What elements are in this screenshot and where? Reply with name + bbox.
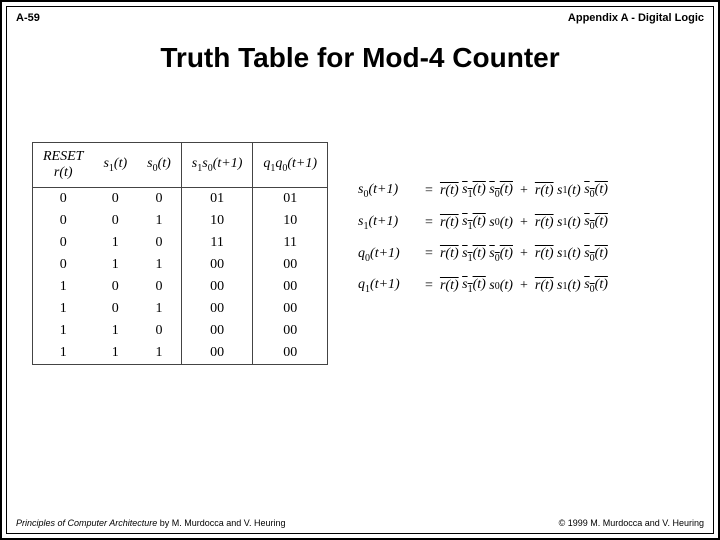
footer-left: Principles of Computer Architecture by M… — [16, 518, 285, 528]
slide-header: A-59 Appendix A - Digital Logic — [16, 12, 704, 24]
equation-row: s0(t+1) = r(t) s1(t) s0(t) + r(t) s1(t) … — [358, 182, 688, 200]
col-next-state: s1s0(t+1) — [181, 143, 253, 188]
equation-row: s1(t+1) = r(t) s1(t) s0(t) + r(t) s1(t) … — [358, 214, 688, 232]
section-title: Appendix A - Digital Logic — [568, 12, 704, 24]
content-area: RESET r(t) s1(t) s0(t) s1s0(t+1) q1q0(t+… — [32, 142, 688, 365]
col-output: q1q0(t+1) — [253, 143, 328, 188]
table-row: 0110000 — [33, 254, 328, 276]
table-row: 0000101 — [33, 188, 328, 211]
col-s1: s1(t) — [93, 143, 137, 188]
slide-title: Truth Table for Mod-4 Counter — [2, 42, 718, 74]
table-row: 0101111 — [33, 232, 328, 254]
table-row: 1000000 — [33, 276, 328, 298]
equation-row: q0(t+1) = r(t) s1(t) s0(t) + r(t) s1(t) … — [358, 246, 688, 264]
table-row: 1100000 — [33, 320, 328, 342]
footer-authors: by M. Murdocca and V. Heuring — [157, 518, 285, 528]
table-header-row: RESET r(t) s1(t) s0(t) s1s0(t+1) q1q0(t+… — [33, 143, 328, 188]
slide-footer: Principles of Computer Architecture by M… — [16, 518, 704, 528]
table-row: 1010000 — [33, 298, 328, 320]
table-row: 1110000 — [33, 342, 328, 365]
col-s0: s0(t) — [137, 143, 181, 188]
table-row: 0011010 — [33, 210, 328, 232]
col-reset: RESET r(t) — [33, 143, 94, 188]
footer-copyright: © 1999 M. Murdocca and V. Heuring — [559, 518, 704, 528]
equation-row: q1(t+1) = r(t) s1(t) s0(t) + r(t) s1(t) … — [358, 277, 688, 295]
equations-block: s0(t+1) = r(t) s1(t) s0(t) + r(t) s1(t) … — [358, 142, 688, 309]
book-title: Principles of Computer Architecture — [16, 518, 157, 528]
page-number: A-59 — [16, 12, 40, 24]
truth-table: RESET r(t) s1(t) s0(t) s1s0(t+1) q1q0(t+… — [32, 142, 328, 365]
